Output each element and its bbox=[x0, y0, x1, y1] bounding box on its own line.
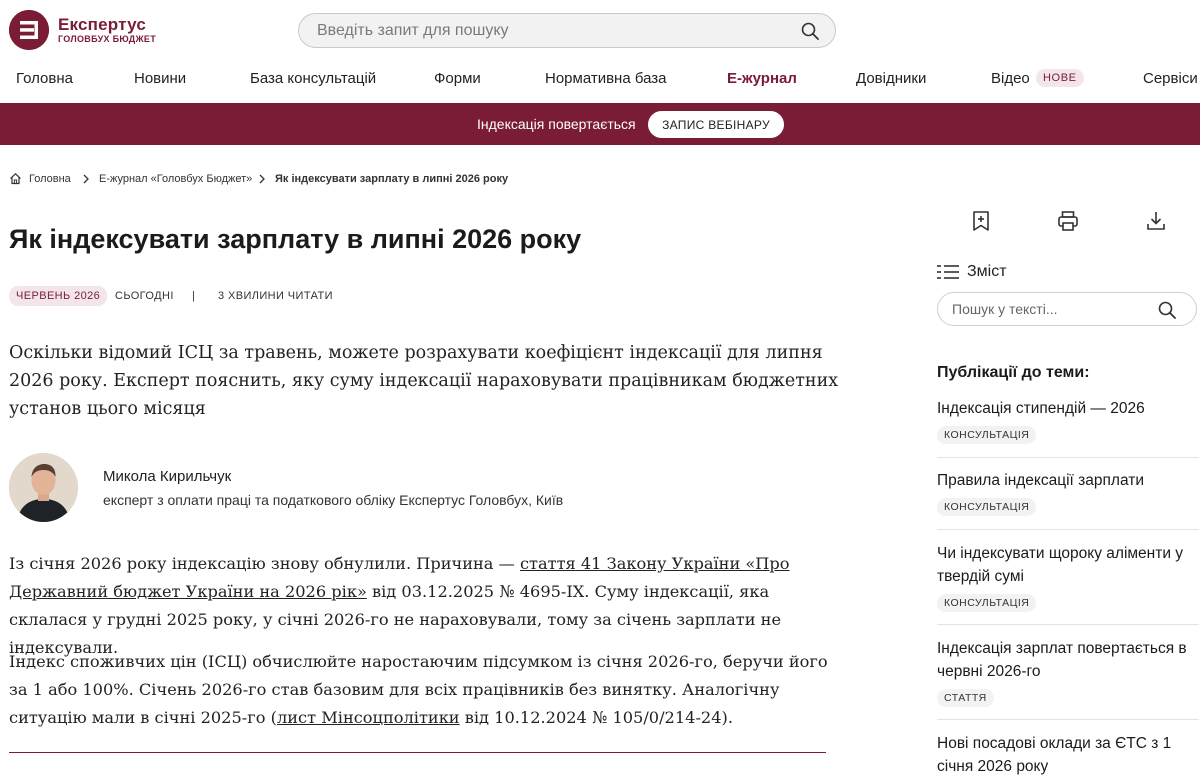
divider bbox=[937, 529, 1199, 530]
home-icon[interactable] bbox=[9, 172, 22, 185]
nav-item-consultations[interactable]: База консультацій bbox=[250, 70, 376, 87]
site-header: Експертус ГОЛОВБУХ БЮДЖЕТ bbox=[0, 0, 1200, 62]
text-search-input[interactable] bbox=[952, 293, 1152, 325]
text-search bbox=[937, 292, 1197, 326]
logo-subtitle: ГОЛОВБУХ БЮДЖЕТ bbox=[58, 33, 156, 44]
site-logo[interactable]: Експертус ГОЛОВБУХ БЮДЖЕТ bbox=[9, 10, 156, 50]
nav-item-services[interactable]: Сервіси bbox=[1143, 70, 1198, 87]
related-publications-heading: Публікації до теми: bbox=[937, 364, 1090, 381]
breadcrumb-current: Як індексувати зарплату в липні 2026 рок… bbox=[275, 173, 509, 185]
updated-label: СЬОГОДНІ bbox=[115, 290, 174, 302]
article-lead: Оскільки відомий ІСЦ за травень, можете … bbox=[9, 343, 839, 419]
search-icon[interactable] bbox=[801, 22, 819, 40]
author-avatar[interactable] bbox=[9, 453, 78, 522]
related-item-tag: КОНСУЛЬТАЦІЯ bbox=[937, 426, 1037, 444]
nav-item-news[interactable]: Новини bbox=[134, 70, 186, 87]
nav-item-forms[interactable]: Форми bbox=[434, 70, 481, 87]
breadcrumb-journal[interactable]: Е-журнал «Головбух Бюджет» bbox=[99, 173, 252, 185]
divider bbox=[937, 624, 1199, 625]
paragraph-text: від 10.12.2024 № 105/0/214-24). bbox=[459, 708, 733, 727]
related-item-tag: КОНСУЛЬТАЦІЯ bbox=[937, 594, 1037, 612]
related-item-title[interactable]: Правила індексації зарплати bbox=[937, 469, 1199, 492]
related-item-tag: СТАТТЯ bbox=[937, 689, 994, 707]
read-time: 3 ХВИЛИНИ ЧИТАТИ bbox=[218, 290, 333, 302]
list-icon bbox=[937, 265, 959, 279]
print-icon[interactable] bbox=[1056, 209, 1080, 233]
content-divider bbox=[9, 752, 826, 753]
nav-item-ejournal[interactable]: Е-журнал bbox=[727, 70, 797, 87]
divider bbox=[937, 719, 1199, 720]
related-item-title[interactable]: Індексація зарплат повертається в червні… bbox=[937, 637, 1199, 683]
site-search bbox=[298, 13, 836, 48]
related-item[interactable]: Нові посадові оклади за ЄТС з 1 січня 20… bbox=[937, 732, 1199, 778]
ministry-letter-link[interactable]: лист Мінсоцполітики bbox=[277, 708, 460, 727]
nav-item-home[interactable]: Головна bbox=[16, 70, 73, 87]
toc-label: Зміст bbox=[967, 263, 1007, 280]
article-paragraph: Із січня 2026 року індексацію знову обну… bbox=[9, 550, 829, 662]
chevron-right-icon bbox=[83, 174, 89, 184]
related-item-title[interactable]: Нові посадові оклади за ЄТС з 1 січня 20… bbox=[937, 732, 1199, 778]
related-item-tag: КОНСУЛЬТАЦІЯ bbox=[937, 498, 1037, 516]
divider bbox=[937, 457, 1199, 458]
logo-icon bbox=[9, 10, 49, 50]
search-icon[interactable] bbox=[1158, 301, 1176, 319]
related-item[interactable]: Правила індексації зарплати КОНСУЛЬТАЦІЯ bbox=[937, 469, 1199, 516]
promo-text: Індексація повертається bbox=[477, 116, 636, 132]
breadcrumb-home[interactable]: Головна bbox=[29, 173, 71, 185]
bookmark-add-icon[interactable] bbox=[969, 209, 993, 233]
article-title: Як індексувати зарплату в липні 2026 рок… bbox=[9, 224, 582, 254]
download-icon[interactable] bbox=[1144, 209, 1168, 233]
search-input[interactable] bbox=[317, 14, 777, 47]
related-item[interactable]: Індексація стипендій — 2026 КОНСУЛЬТАЦІЯ bbox=[937, 397, 1199, 444]
article-paragraph: Індекс споживчих цін (ІСЦ) обчислюйте на… bbox=[9, 648, 829, 732]
related-item[interactable]: Чи індексувати щороку аліменти у твердій… bbox=[937, 542, 1199, 612]
logo-name: Експертус bbox=[58, 14, 146, 34]
nav-item-directories[interactable]: Довідники bbox=[856, 70, 926, 87]
related-item-title[interactable]: Індексація стипендій — 2026 bbox=[937, 397, 1199, 420]
author-role: експерт з оплати праці та податкового об… bbox=[103, 492, 564, 508]
issue-date-badge[interactable]: ЧЕРВЕНЬ 2026 bbox=[9, 286, 108, 306]
main-nav: Головна Новини База консультацій Форми Н… bbox=[0, 66, 1200, 94]
meta-separator: | bbox=[192, 290, 196, 302]
paragraph-text: Із січня 2026 року індексацію знову обну… bbox=[9, 554, 520, 573]
related-item[interactable]: Індексація зарплат повертається в червні… bbox=[937, 637, 1199, 707]
promo-bar: Індексація повертається ЗАПИС ВЕБІНАРУ bbox=[0, 103, 1200, 145]
new-badge: НОВЕ bbox=[1036, 69, 1084, 87]
related-item-title[interactable]: Чи індексувати щороку аліменти у твердій… bbox=[937, 542, 1199, 588]
webinar-signup-button[interactable]: ЗАПИС ВЕБІНАРУ bbox=[648, 111, 784, 138]
author-name[interactable]: Микола Кирильчук bbox=[103, 468, 231, 485]
chevron-right-icon bbox=[259, 174, 265, 184]
nav-item-video[interactable]: Відео bbox=[991, 70, 1030, 87]
nav-item-regulations[interactable]: Нормативна база bbox=[545, 70, 667, 87]
